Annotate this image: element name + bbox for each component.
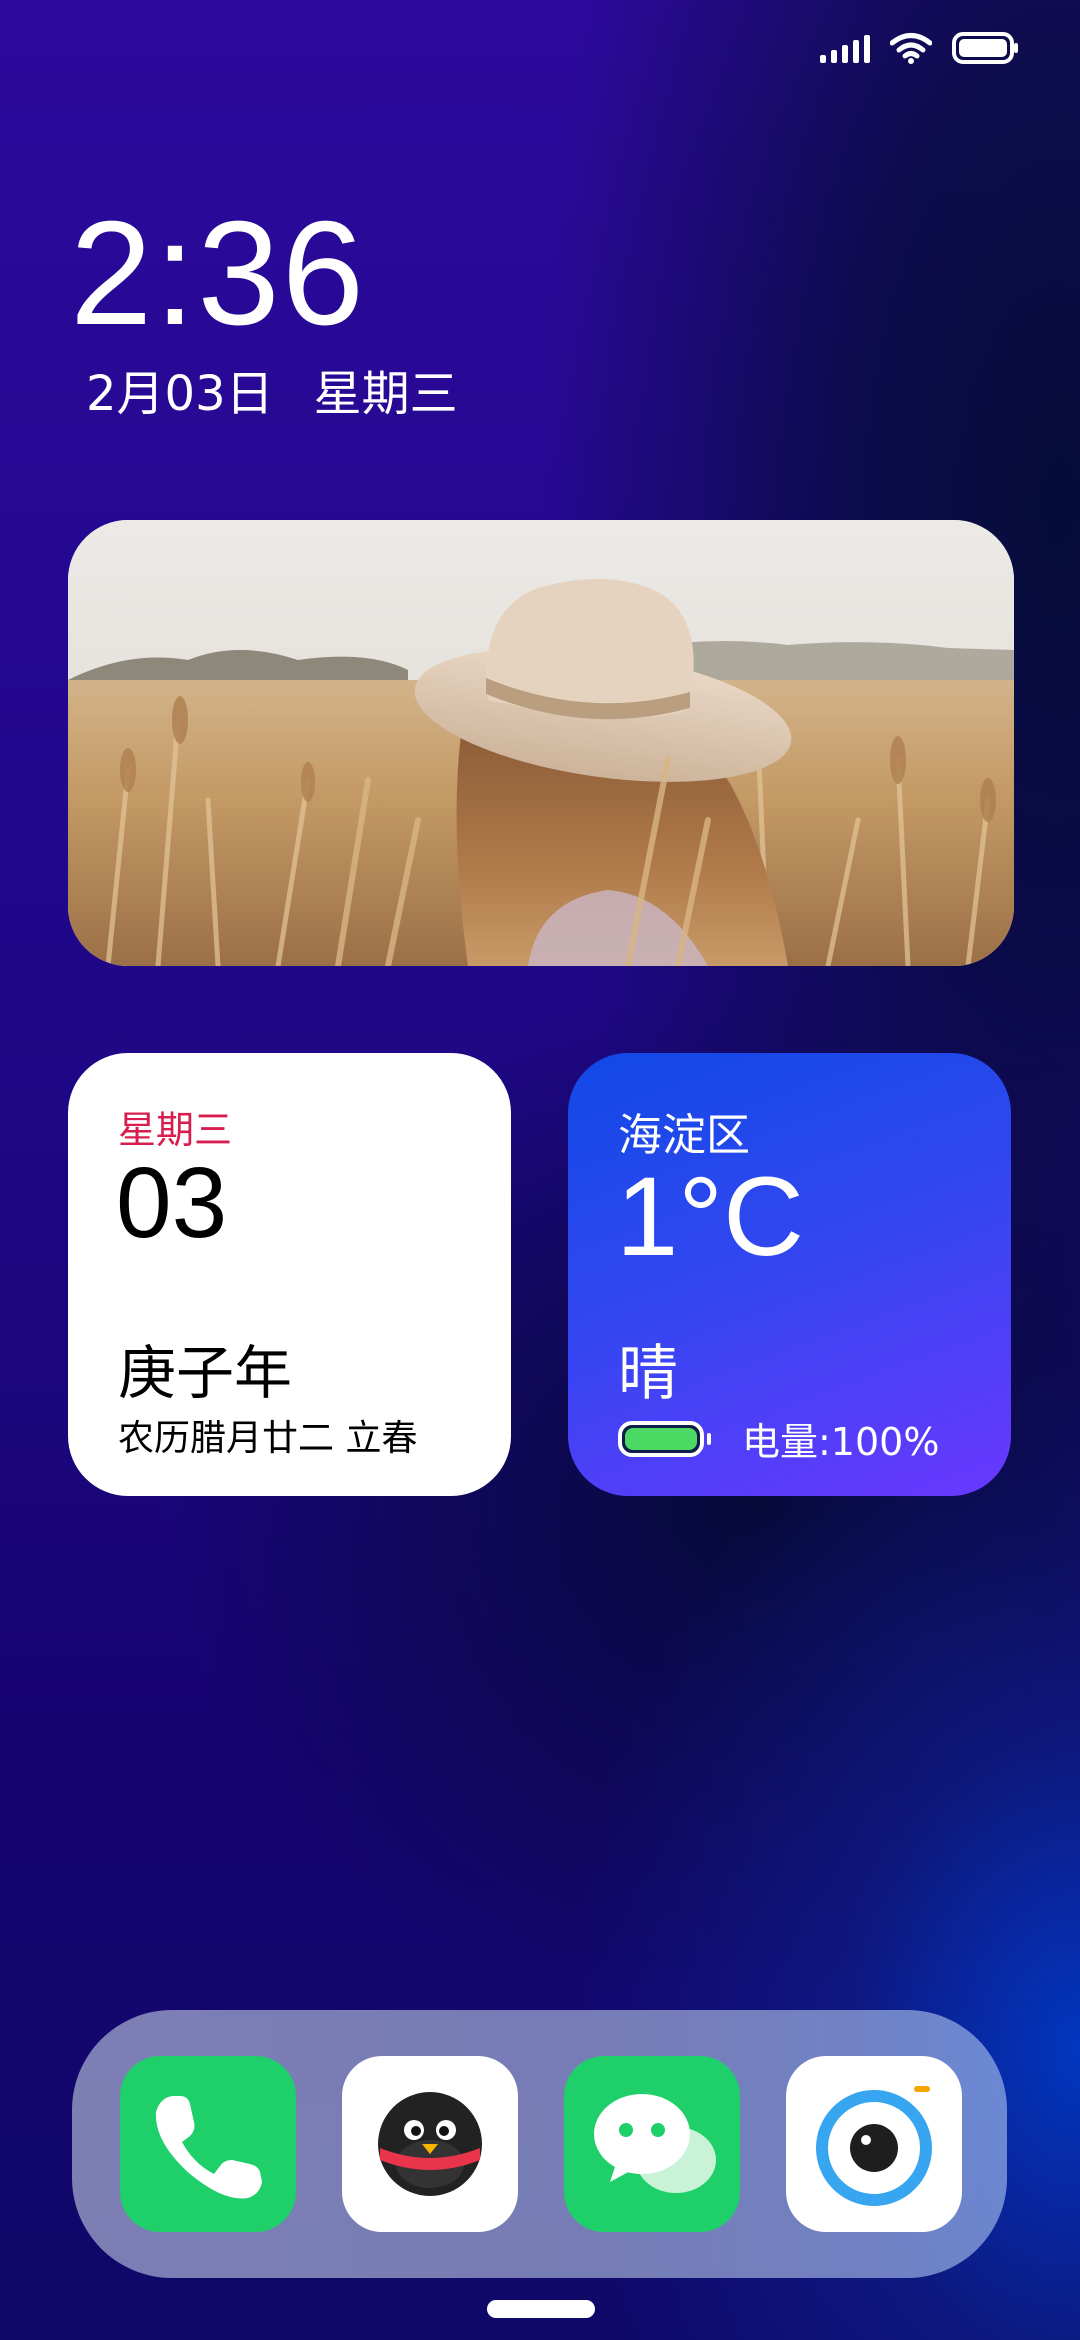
camera-app-icon[interactable]	[786, 2056, 962, 2232]
weather-widget[interactable]: 海淀区 1°C 晴 电量:100%	[568, 1053, 1011, 1496]
battery-icon	[618, 1420, 711, 1457]
camera-icon	[816, 2086, 932, 2206]
qq-app-icon[interactable]	[342, 2056, 518, 2232]
calendar-weekday: 星期三	[118, 1108, 233, 1152]
weather-battery-row: 电量:100%	[618, 1411, 939, 1466]
photo-widget[interactable]	[68, 520, 1014, 966]
wechat-icon	[594, 2094, 716, 2193]
photo-image	[68, 520, 1014, 966]
home-indicator[interactable]	[487, 2300, 595, 2318]
signal-icon	[820, 33, 870, 63]
qq-icon	[378, 2092, 482, 2196]
weather-temperature: 1°C	[616, 1154, 804, 1279]
calendar-widget[interactable]: 星期三 03 庚子年 农历腊月廿二 立春	[68, 1053, 511, 1496]
home-screen: 2:36 2月03日 星期三 星期三 03 庚子年 农历腊月廿二 立春 海淀区 …	[0, 0, 1080, 2340]
calendar-year-name: 庚子年	[118, 1339, 293, 1407]
phone-icon	[155, 2096, 262, 2199]
weather-condition: 晴	[618, 1339, 678, 1409]
wifi-icon	[890, 33, 932, 64]
battery-text: 电量:100%	[742, 1420, 940, 1464]
calendar-day: 03	[116, 1147, 228, 1259]
calendar-lunar-date: 农历腊月廿二 立春	[118, 1418, 418, 1459]
wechat-app-icon[interactable]	[564, 2056, 740, 2232]
battery-icon	[952, 32, 1018, 64]
battery-level-fill	[625, 1427, 697, 1450]
date-text: 2月03日	[86, 366, 274, 422]
clock-time: 2:36	[70, 191, 367, 356]
dock	[72, 2010, 1007, 2278]
phone-app-icon[interactable]	[120, 2056, 296, 2232]
weekday-text: 星期三	[313, 366, 458, 422]
status-bar	[820, 26, 1020, 70]
date-line: 2月03日 星期三	[86, 370, 458, 418]
